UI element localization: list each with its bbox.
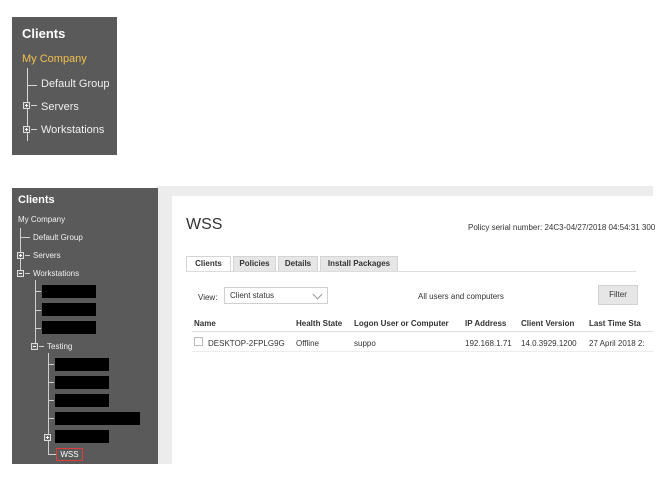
chevron-down-icon bbox=[312, 289, 323, 300]
tree-connector bbox=[35, 310, 41, 311]
cell-client-version: 14.0.3929.1200 bbox=[521, 339, 577, 348]
tree-connector bbox=[31, 105, 37, 106]
redacted-tree-item bbox=[55, 376, 109, 389]
client-tree-panel-collapsed: Clients My Company Default Group Servers… bbox=[12, 17, 117, 155]
column-header-health-state[interactable]: Health State bbox=[296, 319, 342, 328]
cell-name[interactable]: DESKTOP-2FPLG9G bbox=[208, 339, 285, 348]
tree-item-testing[interactable]: Testing bbox=[47, 342, 72, 351]
tab-details[interactable]: Details bbox=[278, 256, 318, 272]
page-title: WSS bbox=[186, 216, 223, 233]
tree-item-wss-selected[interactable]: WSS bbox=[56, 448, 83, 461]
column-header-ip-address[interactable]: IP Address bbox=[465, 319, 506, 328]
redacted-tree-item bbox=[42, 303, 96, 316]
redacted-tree-item bbox=[42, 321, 96, 334]
tree-item-servers[interactable]: Servers bbox=[41, 101, 79, 113]
tree-root-my-company[interactable]: My Company bbox=[22, 53, 87, 65]
tree-connector bbox=[35, 328, 41, 329]
tree-connector bbox=[20, 228, 21, 274]
tree-item-default-group[interactable]: Default Group bbox=[41, 78, 109, 90]
collapse-minus-icon[interactable] bbox=[17, 270, 24, 277]
tree-connector bbox=[48, 454, 56, 455]
redacted-tree-item bbox=[55, 358, 109, 371]
tree-connector bbox=[48, 400, 54, 401]
redacted-tree-item bbox=[55, 394, 109, 407]
redacted-tree-item bbox=[55, 430, 109, 443]
cell-ip-address: 192.168.1.71 bbox=[465, 339, 512, 348]
redacted-tree-item bbox=[42, 285, 96, 298]
header-divider bbox=[192, 331, 653, 332]
tree-connector bbox=[39, 346, 44, 347]
view-select[interactable]: Client status bbox=[224, 287, 328, 304]
scope-text: All users and computers bbox=[418, 292, 504, 301]
policy-serial-number: Policy serial number: 24C3-04/27/2018 04… bbox=[468, 223, 656, 232]
column-header-logon-user[interactable]: Logon User or Computer bbox=[354, 319, 449, 328]
tree-item-workstations[interactable]: Workstations bbox=[33, 269, 79, 278]
tree-connector bbox=[27, 85, 37, 86]
tab-divider bbox=[186, 271, 636, 272]
tree-item-default-group[interactable]: Default Group bbox=[33, 233, 83, 242]
tree-title: Clients bbox=[22, 26, 66, 41]
column-header-last-time-status[interactable]: Last Time Sta bbox=[589, 319, 641, 328]
cell-logon-user: suppo bbox=[354, 339, 376, 348]
tree-connector bbox=[48, 382, 54, 383]
tree-root-my-company[interactable]: My Company bbox=[18, 215, 65, 224]
row-computer-icon[interactable] bbox=[194, 337, 203, 346]
row-divider bbox=[192, 351, 653, 352]
tree-connector bbox=[35, 280, 36, 346]
redacted-tree-item bbox=[55, 412, 140, 425]
tab-policies[interactable]: Policies bbox=[233, 256, 276, 272]
expand-plus-icon[interactable] bbox=[23, 102, 30, 109]
expand-plus-icon[interactable] bbox=[23, 126, 30, 133]
column-header-client-version[interactable]: Client Version bbox=[521, 319, 574, 328]
tree-connector bbox=[31, 129, 37, 130]
client-tree-panel-expanded: Clients My Company Default Group Servers… bbox=[12, 188, 158, 464]
expand-plus-icon[interactable] bbox=[17, 252, 24, 259]
tree-title: Clients bbox=[18, 194, 55, 206]
tree-connector bbox=[35, 291, 41, 292]
group-detail-pane: WSS Policy serial number: 24C3-04/27/201… bbox=[172, 196, 656, 464]
tab-clients[interactable]: Clients bbox=[186, 256, 231, 272]
tree-item-servers[interactable]: Servers bbox=[33, 251, 61, 260]
cell-health-state: Offline bbox=[296, 339, 319, 348]
view-label: View: bbox=[198, 293, 218, 302]
tree-item-workstations[interactable]: Workstations bbox=[41, 124, 104, 136]
tree-connector bbox=[48, 364, 54, 365]
view-select-value: Client status bbox=[230, 291, 275, 300]
collapse-minus-icon[interactable] bbox=[31, 343, 38, 350]
tree-connector bbox=[20, 237, 30, 238]
expand-plus-icon[interactable] bbox=[44, 434, 51, 441]
tree-connector bbox=[25, 273, 30, 274]
column-header-name[interactable]: Name bbox=[194, 319, 216, 328]
filter-button[interactable]: Filter bbox=[598, 285, 638, 305]
tab-install-packages[interactable]: Install Packages bbox=[320, 256, 398, 272]
cell-last-time-status: 27 April 2018 2: bbox=[589, 339, 645, 348]
tree-connector bbox=[48, 418, 54, 419]
tree-connector bbox=[25, 255, 30, 256]
